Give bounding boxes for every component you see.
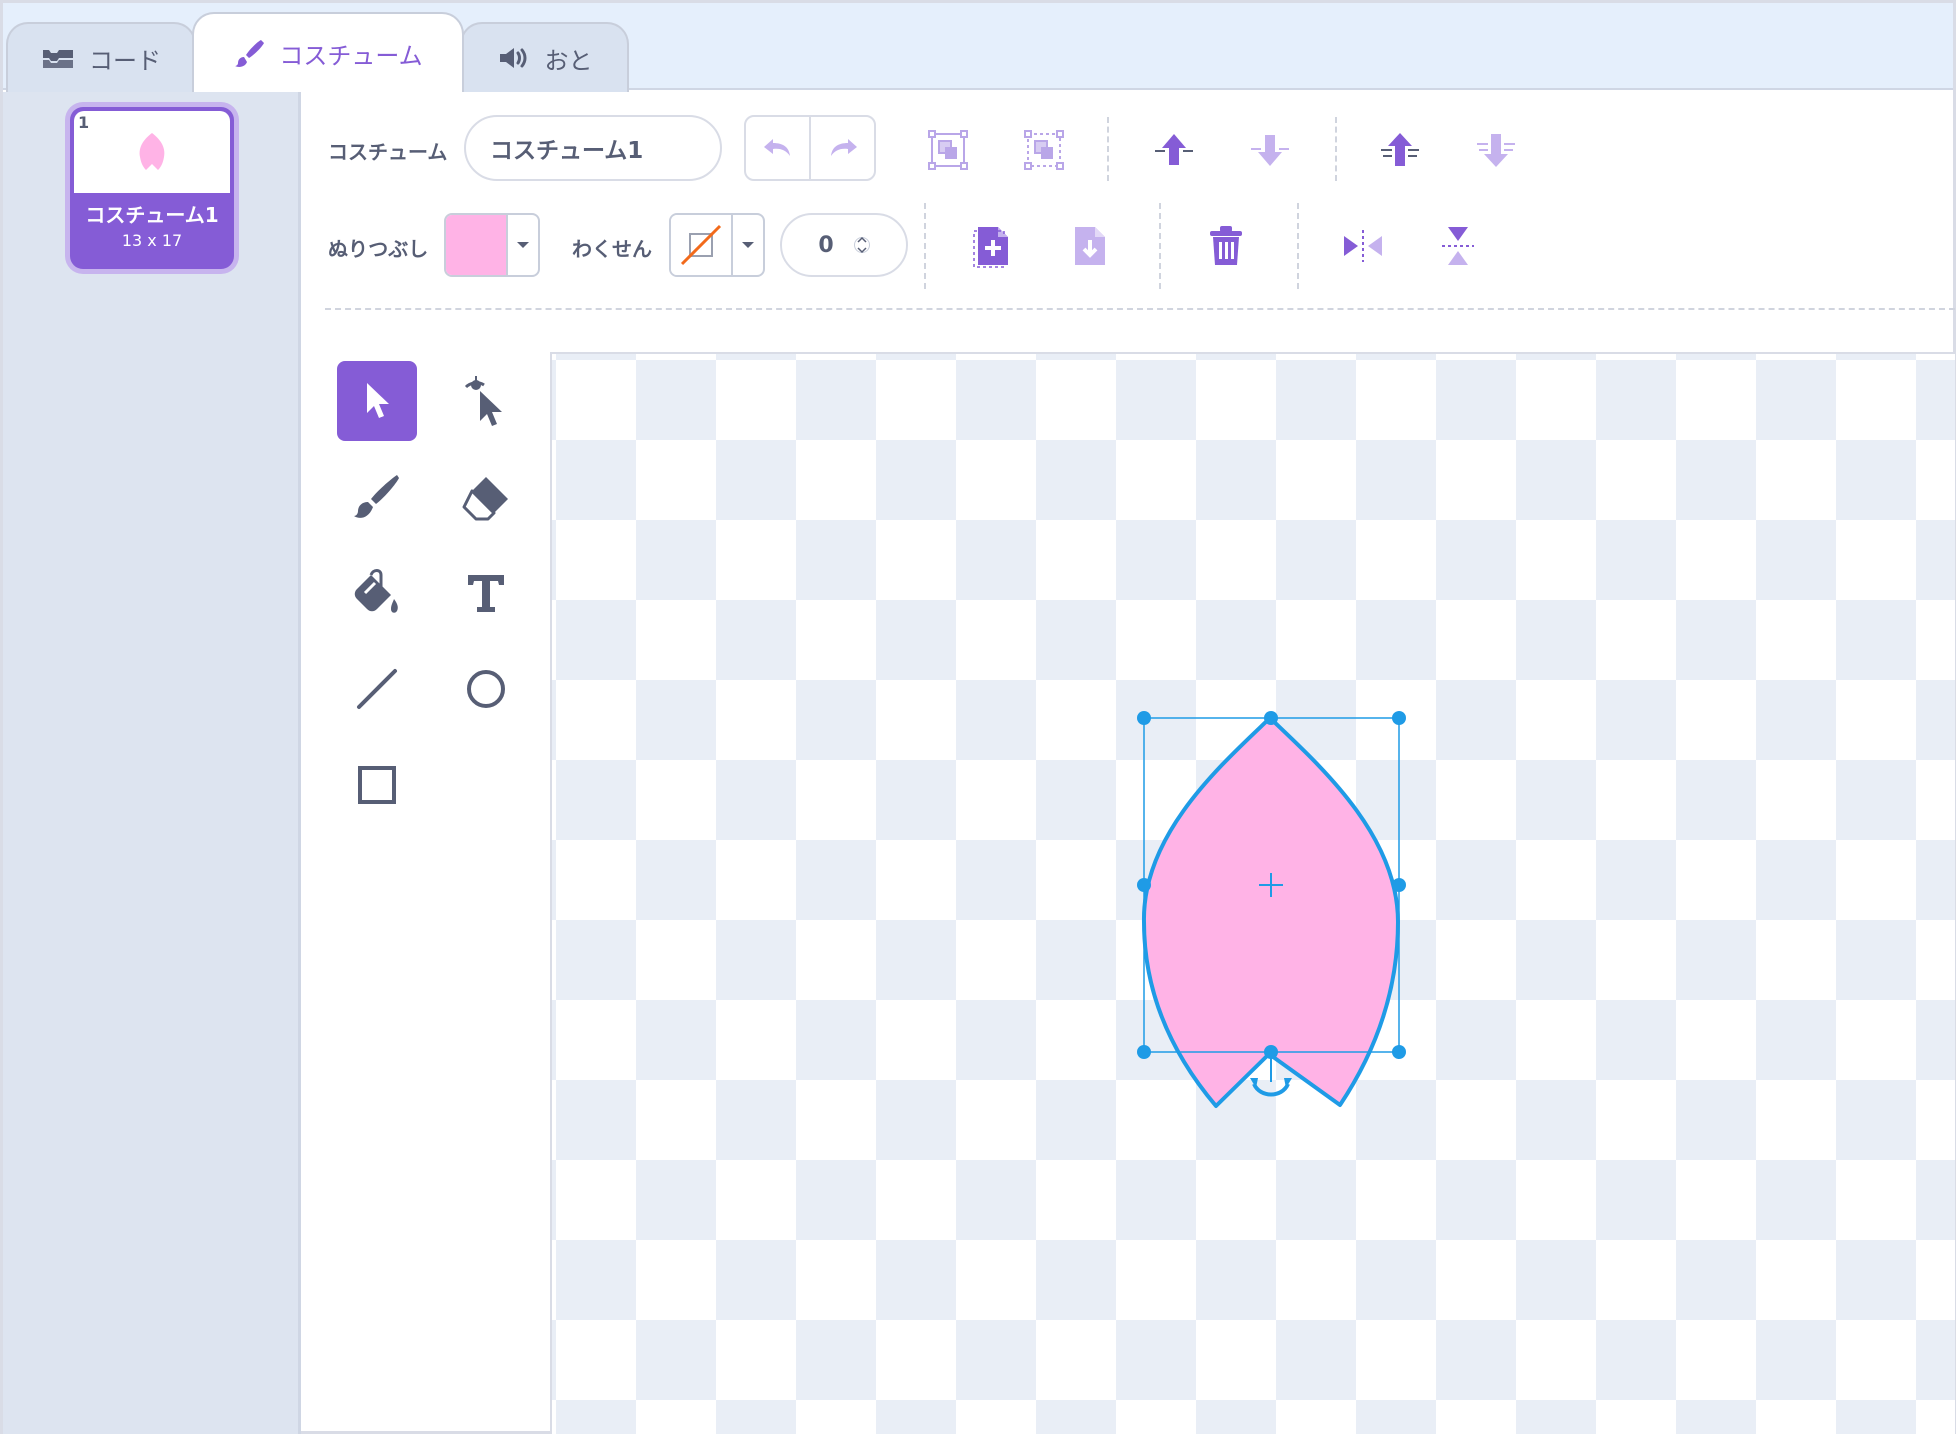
outline-color-picker[interactable] (669, 213, 765, 277)
ungroup-button[interactable] (1019, 125, 1069, 175)
bring-to-front-icon (1381, 133, 1419, 166)
costume-name: コスチューム1 (85, 203, 219, 227)
toolbar-divider (1335, 117, 1337, 181)
tab-code[interactable]: コード (6, 22, 196, 92)
eraser-tool[interactable] (446, 457, 526, 537)
front-button[interactable] (1377, 127, 1423, 173)
text-t-icon (468, 575, 504, 612)
fill-color-picker[interactable] (444, 213, 540, 277)
toolbar-divider (1297, 203, 1299, 289)
eraser-icon (462, 477, 508, 521)
delete-button[interactable] (1203, 223, 1249, 269)
undo-button[interactable] (746, 117, 811, 179)
brush-icon (354, 475, 399, 518)
circle-icon (467, 670, 505, 708)
paint-canvas[interactable] (550, 352, 1955, 1434)
tab-costumes[interactable]: コスチューム (192, 12, 464, 92)
handle-bottom-left[interactable] (1137, 1045, 1151, 1059)
speaker-icon (497, 45, 531, 71)
tab-sounds-label: おと (544, 46, 593, 75)
outline-width-input[interactable]: 0 (780, 213, 908, 277)
undo-redo-group (744, 115, 876, 181)
handle-right[interactable] (1392, 878, 1406, 892)
paste-button[interactable] (1066, 223, 1112, 269)
outline-color-swatch (671, 215, 733, 275)
forward-button[interactable] (1151, 127, 1197, 173)
arrow-up-icon (1155, 134, 1193, 165)
copy-icon (973, 227, 1008, 268)
group-button[interactable] (923, 125, 973, 175)
line-icon (357, 669, 397, 709)
handle-top-left[interactable] (1137, 711, 1151, 725)
fill-dropdown-button[interactable] (508, 215, 538, 275)
group-icon (928, 130, 968, 170)
paint-editor-window: コード コスチューム おと 1 コスチューム1 13 x 17 コスチューム コ… (0, 0, 1956, 1434)
paint-bucket-icon (354, 569, 398, 613)
outline-label: わくせん (572, 237, 652, 261)
trash-icon (1210, 226, 1242, 265)
backward-button[interactable] (1247, 127, 1293, 173)
redo-icon (830, 139, 857, 156)
undo-icon (763, 139, 790, 156)
fill-label: ぬりつぶし (328, 237, 429, 261)
flip-horizontal-icon (1344, 230, 1382, 262)
text-tool[interactable] (446, 553, 526, 633)
brush-tool[interactable] (337, 457, 417, 537)
costume-tile-body: 1 コスチューム1 13 x 17 (70, 107, 234, 269)
arrow-cursor-icon (367, 383, 389, 418)
redo-button[interactable] (811, 117, 874, 179)
tab-code-label: コード (89, 46, 161, 75)
arrow-down-icon (1251, 135, 1289, 166)
line-tool[interactable] (337, 649, 417, 729)
code-blocks-icon (41, 46, 75, 70)
handle-left[interactable] (1137, 878, 1151, 892)
tab-bar: コード コスチューム おと (3, 3, 1953, 92)
handle-top[interactable] (1264, 711, 1278, 725)
outline-dropdown-button[interactable] (733, 215, 763, 275)
back-button[interactable] (1473, 127, 1519, 173)
caret-down-icon (742, 242, 754, 248)
rectangle-icon (358, 766, 396, 804)
handle-bottom-right[interactable] (1392, 1045, 1406, 1059)
flip-vertical-icon (1442, 227, 1474, 265)
handle-top-right[interactable] (1392, 711, 1406, 725)
costume-list-sidebar: 1 コスチューム1 13 x 17 (3, 92, 301, 1434)
copy-button[interactable] (969, 223, 1015, 269)
flip-horizontal-button[interactable] (1340, 223, 1386, 269)
tab-sounds[interactable]: おと (460, 22, 629, 92)
outline-width-value: 0 (818, 232, 834, 258)
fill-tool[interactable] (337, 553, 417, 633)
no-outline-icon (680, 224, 722, 266)
ungroup-icon (1024, 130, 1064, 170)
paintbrush-icon (233, 37, 265, 69)
petal-thumbnail-image (139, 133, 165, 170)
costume-tile[interactable]: 1 コスチューム1 13 x 17 (65, 102, 239, 274)
toolbar-divider (1107, 117, 1109, 181)
reshape-cursor-icon (464, 376, 502, 426)
costume-name-label: コスチューム (328, 140, 448, 164)
circle-tool[interactable] (446, 649, 526, 729)
send-to-back-icon (1477, 134, 1515, 167)
paste-icon (1075, 227, 1105, 265)
select-tool[interactable] (337, 361, 417, 441)
canvas-drawing (1137, 711, 1406, 1108)
caret-down-icon (517, 242, 529, 248)
toolbar-divider (924, 203, 926, 289)
costume-name-input[interactable]: コスチューム1 (464, 115, 722, 181)
flip-vertical-button[interactable] (1435, 223, 1481, 269)
fill-color-swatch (446, 215, 508, 275)
tab-costumes-label: コスチューム (279, 41, 423, 70)
toolbar-bottom-divider (325, 308, 1955, 310)
costume-thumbnail (74, 111, 230, 193)
costume-size: 13 x 17 (121, 231, 183, 250)
stepper-icon[interactable] (853, 231, 870, 259)
rectangle-tool[interactable] (337, 745, 417, 825)
costume-number: 1 (78, 113, 90, 132)
toolbar-divider (1159, 203, 1161, 289)
reshape-tool[interactable] (446, 361, 526, 441)
